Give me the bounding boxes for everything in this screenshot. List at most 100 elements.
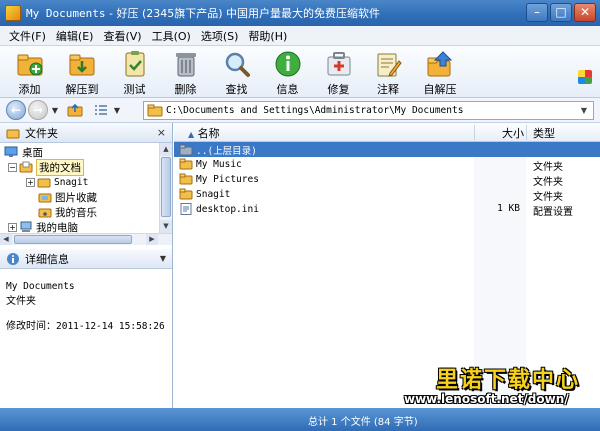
delete-button[interactable]: 删除 [160,46,211,98]
menu-options[interactable]: 选项(S) [196,28,244,44]
folder-icon [179,188,193,200]
scroll-thumb[interactable] [14,235,132,244]
tree-item-snagit[interactable]: + Snagit [26,175,88,189]
folders-header: 文件夹 × [0,123,172,143]
tree-vertical-scrollbar[interactable]: ▲ ▼ [159,143,172,233]
scroll-up-icon[interactable]: ▲ [160,143,172,156]
expand-toggle[interactable]: + [26,177,35,187]
details-panel: My Documents 文件夹 修改时间：2011-12-14 15:58:2… [0,269,172,338]
details-modified: 修改时间：2011-12-14 15:58:26 [6,321,165,332]
title-bar: My Documents - 好压 (2345旗下产品) 中国用户量最大的免费压… [0,0,600,26]
table-row[interactable]: desktop.ini 1 KB 配置设置 [174,202,600,218]
menu-edit[interactable]: 编辑(E) [51,28,99,44]
menu-help[interactable]: 帮助(H) [243,28,292,44]
menu-bar: 文件(F) 编辑(E) 查看(V) 工具(O) 选项(S) 帮助(H) [0,26,600,46]
folder-icon [6,129,20,138]
view-mode-button[interactable] [92,101,110,119]
address-path: C:\Documents and Settings\Administrator\… [166,105,464,116]
self-extract-icon [425,49,455,79]
table-row[interactable]: My Music 文件夹 [174,157,600,173]
view-mode-dropdown[interactable]: ▼ [112,106,122,115]
scroll-thumb[interactable] [161,157,171,217]
window-title: My Documents - 好压 (2345旗下产品) 中国用户量最大的免费压… [26,7,381,20]
history-dropdown[interactable]: ▼ [50,106,60,115]
info-icon [7,252,19,265]
column-name[interactable]: ▲ 名称 [188,125,220,141]
tree-item-my-music[interactable]: 我的音乐 [38,205,97,219]
details-kind: 文件夹 [6,296,36,307]
table-row[interactable]: My Pictures 文件夹 [174,172,600,188]
tree-item-desktop[interactable]: 桌面 [4,145,43,159]
address-field[interactable]: C:\Documents and Settings\Administrator\… [143,101,594,120]
info-button[interactable]: 信息 [262,46,313,98]
left-pane: 文件夹 × 桌面 − 我的文档 + Snagit 图片收藏 我的音乐 + 我的电… [0,123,173,408]
maximize-button[interactable]: □ [550,3,572,22]
repair-button[interactable]: 修复 [313,46,364,98]
folder-icon [179,158,193,170]
table-row[interactable]: ..(上层目录) [174,142,600,157]
table-row[interactable]: Snagit 文件夹 [174,187,600,203]
column-type[interactable]: 类型 [533,125,555,141]
computer-icon [20,221,32,232]
back-arrow-icon: ← [10,103,22,117]
folder-up-icon [179,144,193,156]
repair-icon [324,49,354,79]
scroll-left-icon[interactable]: ◀ [0,234,12,245]
up-folder-button[interactable] [66,101,84,119]
skin-icon[interactable] [578,70,592,84]
find-button[interactable]: 查找 [211,46,262,98]
tree-horizontal-scrollbar[interactable]: ◀ ▶ [0,233,172,245]
list-view-icon [95,105,107,115]
self-extract-button[interactable]: 自解压 [412,46,468,98]
menu-view[interactable]: 查看(V) [98,28,146,44]
documents-folder-icon [19,161,33,173]
extract-to-button[interactable]: 解压到 [55,46,109,98]
expand-toggle[interactable]: + [8,222,17,232]
toolbar: 添加 解压到 测试 删除 查找 信息 修复 注释 自解压 [0,46,600,98]
menu-file[interactable]: 文件(F) [4,28,51,44]
add-button[interactable]: 添加 [4,46,55,98]
column-size[interactable]: 大小 [502,125,524,141]
folder-icon [147,104,163,117]
close-folders-button[interactable]: × [157,126,166,139]
file-list-header: ▲ 名称 大小 类型 [174,123,600,142]
comment-button[interactable]: 注释 [364,46,412,98]
pictures-folder-icon [38,193,52,203]
watermark-title: 里诺下载中心 [436,368,581,393]
scroll-down-icon[interactable]: ▼ [160,220,172,233]
folder-tree: 桌面 − 我的文档 + Snagit 图片收藏 我的音乐 + 我的电脑 ▲ ▼ [0,143,172,233]
forward-arrow-icon: → [32,103,44,117]
find-icon [222,49,252,79]
extract-to-icon [67,49,97,79]
address-dropdown[interactable]: ▼ [577,103,591,118]
menu-tools[interactable]: 工具(O) [147,28,196,44]
tree-item-my-pictures[interactable]: 图片收藏 [38,190,97,204]
back-button[interactable]: ← [6,100,26,120]
up-folder-icon [67,103,83,117]
music-folder-icon [38,208,52,218]
delete-icon [171,49,201,79]
test-button[interactable]: 测试 [109,46,160,98]
chevron-down-icon[interactable]: ▼ [160,254,166,263]
tree-item-my-computer[interactable]: + 我的电脑 [8,220,78,233]
close-button[interactable]: ✕ [574,3,596,22]
desktop-icon [4,146,18,157]
ini-file-icon [180,203,192,215]
forward-button[interactable]: → [28,100,48,120]
details-name: My Documents [6,281,75,292]
sort-up-icon: ▲ [188,130,195,139]
app-icon [5,5,21,21]
minimize-button[interactable]: – [526,3,548,22]
status-text: 总计 1 个文件 (84 字节) [308,417,418,428]
details-header[interactable]: 详细信息 ▼ [0,249,172,269]
tree-item-my-documents[interactable]: − 我的文档 [8,158,84,176]
comment-icon [373,49,403,79]
scroll-right-icon[interactable]: ▶ [146,234,158,245]
folder-icon [179,173,193,185]
watermark-url: www.lenosoft.net/down/ [404,392,569,406]
collapse-toggle[interactable]: − [8,162,17,172]
add-archive-icon [15,49,45,79]
test-icon [120,49,150,79]
status-bar: 总计 1 个文件 (84 字节) [0,408,600,431]
info-icon [273,49,303,79]
